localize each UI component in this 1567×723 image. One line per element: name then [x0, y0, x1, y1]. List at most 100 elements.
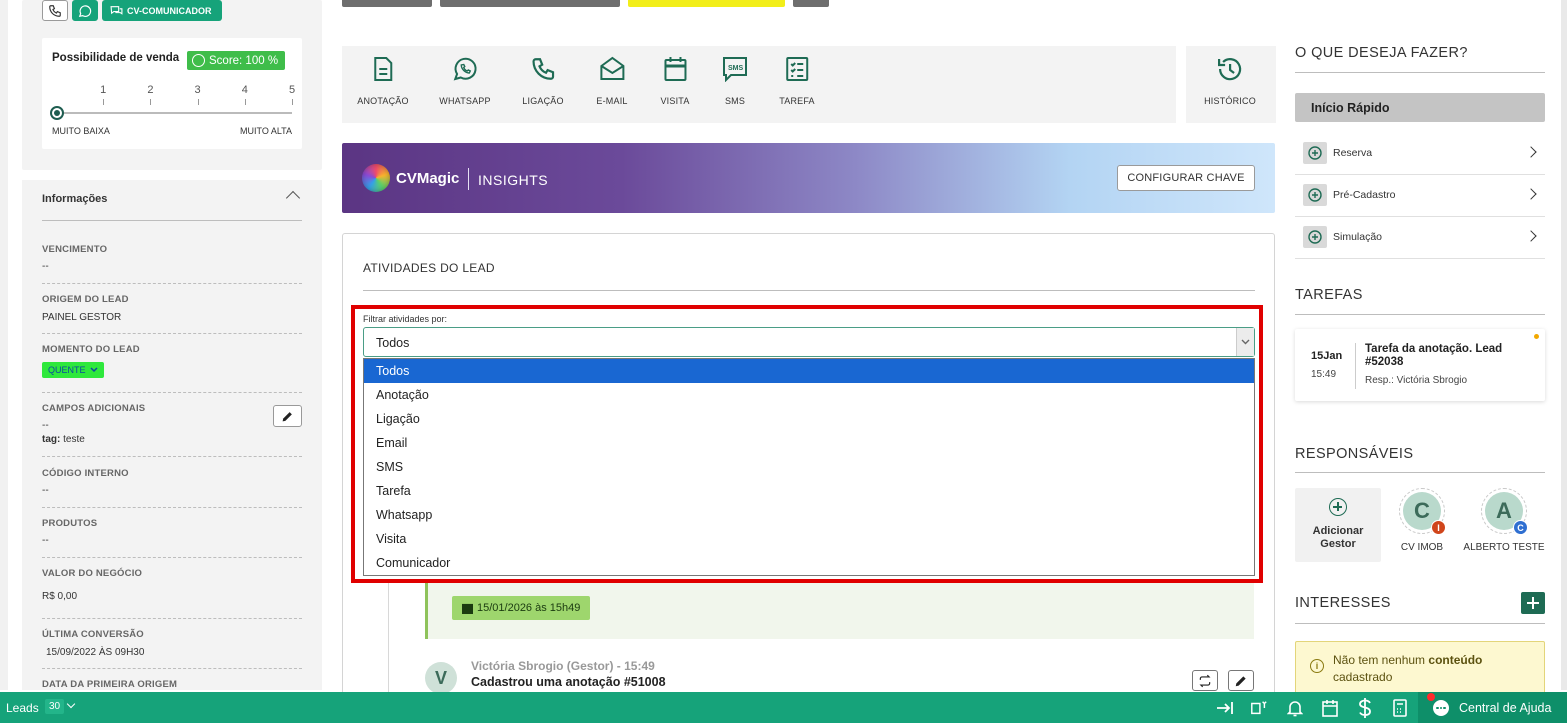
plus-circle-icon	[1303, 184, 1327, 206]
filter-select[interactable]: Todos	[363, 327, 1255, 357]
repeat-button[interactable]	[1192, 670, 1218, 691]
filter-option-anotacao[interactable]: Anotação	[364, 383, 1254, 407]
megaphone-icon[interactable]	[1250, 699, 1268, 717]
score-min-label: MUITO BAIXA	[52, 126, 110, 136]
chevron-up-icon[interactable]	[285, 190, 301, 206]
quick-item-reserva[interactable]: Reserva	[1295, 133, 1545, 173]
action-ligacao[interactable]: LIGAÇÃO	[522, 56, 564, 106]
responsavel-cv-imob[interactable]: C I CV IMOB	[1377, 488, 1467, 553]
pencil-icon	[282, 411, 292, 421]
action-label: TAREFA	[779, 96, 815, 106]
valor-label: VALOR DO NEGÓCIO	[42, 568, 143, 579]
vencimento-label: VENCIMENTO	[42, 244, 108, 255]
add-gestor-button[interactable]: Adicionar Gestor	[1295, 488, 1381, 562]
filter-option-todos[interactable]: Todos	[364, 359, 1254, 383]
cv-comunicador-button[interactable]: CV-COMUNICADOR	[102, 0, 222, 21]
divider	[42, 618, 302, 619]
quick-item-label: Simulação	[1333, 231, 1383, 243]
divider	[42, 220, 302, 221]
bell-icon[interactable]	[1286, 699, 1304, 717]
chevron-right-icon	[1525, 230, 1537, 242]
filter-option-email[interactable]: Email	[364, 431, 1254, 455]
valor-value: R$ 0,00	[42, 591, 78, 602]
cv-comunicador-label: CV-COMUNICADOR	[127, 5, 212, 16]
chat-icon	[110, 5, 123, 15]
edit-activity-button[interactable]	[1228, 670, 1254, 691]
checklist-icon	[785, 57, 808, 81]
dollar-icon[interactable]	[1356, 698, 1374, 718]
divider	[1295, 472, 1545, 473]
filter-option-comunicador[interactable]: Comunicador	[364, 551, 1254, 575]
whatsapp-icon	[453, 57, 477, 81]
score-badge: Score: 100 %	[187, 51, 286, 70]
chevron-down-icon[interactable]	[66, 699, 76, 709]
configurar-chave-button[interactable]: CONFIGURAR CHAVE	[1117, 165, 1255, 191]
action-label: HISTÓRICO	[1204, 96, 1256, 106]
tag-value: teste	[63, 434, 85, 445]
action-tarefa[interactable]: TAREFA	[779, 56, 815, 106]
avatar: A C	[1481, 488, 1528, 535]
tag-row: tag: teste	[42, 434, 85, 445]
filter-option-whatsapp[interactable]: Whatsapp	[364, 503, 1254, 527]
scale-knob[interactable]	[50, 106, 64, 120]
responsavel-name: CV IMOB	[1400, 542, 1444, 553]
score-scale: 1 2 3 4 5	[50, 84, 295, 120]
action-sms[interactable]: SMS SMS	[722, 56, 748, 106]
inicio-rapido-label: Início Rápido	[1311, 101, 1390, 115]
momento-label: MOMENTO DO LEAD	[42, 344, 140, 355]
phone-button[interactable]	[42, 0, 68, 21]
help-center-button[interactable]: Central de Ajuda	[1418, 692, 1567, 723]
codigo-label: CÓDIGO INTERNO	[42, 468, 129, 479]
momento-dropdown[interactable]: QUENTE	[42, 362, 104, 378]
divider	[42, 392, 302, 393]
action-anotacao[interactable]: ANOTAÇÃO	[357, 56, 409, 106]
quick-item-label: Pré-Cadastro	[1333, 189, 1396, 201]
primeira-origem-label: DATA DA PRIMEIRA ORIGEM	[42, 679, 178, 690]
filter-option-tarefa[interactable]: Tarefa	[364, 479, 1254, 503]
scale-tick	[244, 99, 246, 105]
filter-option-sms[interactable]: SMS	[364, 455, 1254, 479]
empty-interesses-notice: i Não tem nenhum conteúdo cadastrado	[1295, 641, 1545, 697]
sms-icon: SMS	[723, 57, 747, 82]
filter-highlight-box: Filtrar atividades por: Todos Todos Anot…	[351, 305, 1263, 583]
scale-track	[56, 112, 292, 114]
leads-count[interactable]: 30	[45, 699, 65, 714]
divider	[1295, 72, 1545, 73]
calculator-icon[interactable]	[1391, 699, 1409, 717]
divider	[42, 507, 302, 508]
notification-dot	[1427, 693, 1435, 701]
responsavel-name: ALBERTO TESTE	[1463, 542, 1545, 553]
quick-item-pre-cadastro[interactable]: Pré-Cadastro	[1295, 175, 1545, 215]
notice-text-post: cadastrado	[1333, 670, 1393, 684]
role-badge: C	[1513, 520, 1528, 535]
add-gestor-label: Adicionar Gestor	[1312, 525, 1364, 550]
whatsapp-icon	[78, 4, 92, 17]
svg-text:SMS: SMS	[728, 65, 744, 72]
action-email[interactable]: E-MAIL	[596, 56, 627, 106]
repeat-icon	[1199, 674, 1211, 687]
action-whatsapp[interactable]: WHATSAPP	[439, 56, 491, 106]
scrollbar-track[interactable]	[1561, 0, 1567, 690]
plus-circle-icon	[1303, 226, 1327, 248]
whatsapp-button[interactable]	[72, 0, 98, 21]
quick-item-simulacao[interactable]: Simulação	[1295, 217, 1545, 257]
responsavel-alberto[interactable]: A C ALBERTO TESTE	[1459, 488, 1549, 553]
scale-number: 1	[100, 84, 107, 96]
add-interesse-button[interactable]	[1521, 592, 1545, 614]
edit-valor-button[interactable]	[273, 405, 302, 427]
filter-option-visita[interactable]: Visita	[364, 527, 1254, 551]
chevron-down-icon[interactable]	[1236, 328, 1254, 356]
tarefa-card[interactable]: 15Jan 15:49 Tarefa da anotação. Lead #52…	[1295, 329, 1545, 401]
tarefa-time: 15:49	[1311, 369, 1337, 380]
calendar-icon[interactable]	[1321, 699, 1339, 717]
info-title: Informações	[42, 193, 108, 205]
action-visita[interactable]: VISITA	[660, 56, 689, 106]
divider	[42, 456, 302, 457]
collapse-right-icon[interactable]	[1216, 699, 1234, 717]
activity-author: Victória Sbrogio (Gestor) - 15:49	[471, 659, 655, 673]
filter-option-ligacao[interactable]: Ligação	[364, 407, 1254, 431]
tag-chip	[793, 0, 829, 7]
score-title: Possibilidade de venda	[52, 52, 180, 64]
action-historico[interactable]: HISTÓRICO	[1204, 56, 1256, 106]
document-icon	[373, 57, 392, 81]
